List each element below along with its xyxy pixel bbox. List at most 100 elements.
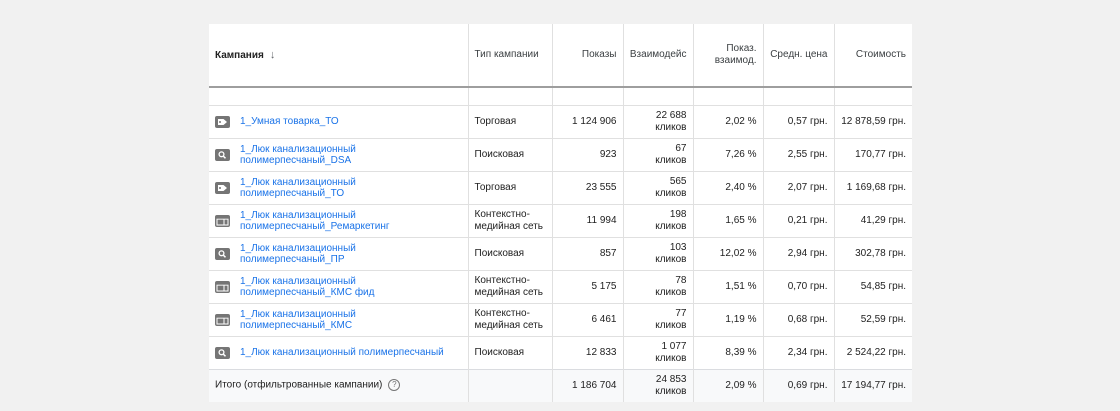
search-icon	[215, 148, 230, 161]
impressions-cell: 5 175	[552, 269, 624, 303]
totals-impressions: 1 186 704	[552, 368, 624, 402]
campaign-link[interactable]: 1_Люк канализационный полимерпесчаный	[240, 347, 444, 358]
interactions-unit: кликов	[655, 154, 687, 166]
totals-type-cell	[468, 368, 553, 402]
interaction-rate-cell: 1,51 %	[693, 269, 764, 303]
campaign-link[interactable]: 1_Умная товарка_ТО	[240, 116, 339, 127]
interactions-unit: кликов	[655, 253, 687, 265]
campaign-link[interactable]: 1_Люк канализационный полимерпесчаный_Ре…	[240, 210, 462, 232]
campaign-name-cell: 1_Люк канализационный полимерпесчаный_Ре…	[209, 203, 469, 237]
impressions-cell: 23 555	[552, 170, 624, 204]
interactions-unit: кликов	[655, 352, 687, 364]
totals-interactions-value: 24 853	[655, 373, 687, 385]
interactions-cell: 198 кликов	[623, 203, 694, 237]
interactions-unit: кликов	[655, 187, 687, 199]
cost-cell: 12 878,59 грн.	[834, 104, 912, 138]
cost-cell: 1 169,68 грн.	[834, 170, 912, 204]
column-header-type[interactable]: Тип кампании	[468, 24, 553, 88]
interactions-cell: 1 077 кликов	[623, 335, 694, 369]
totals-rate: 2,09 %	[693, 368, 764, 402]
avg-cost-cell: 2,07 грн.	[763, 170, 835, 204]
interactions-unit: кликов	[655, 319, 687, 331]
column-header-cost[interactable]: Стоимость	[834, 24, 912, 88]
campaign-type-cell: Поисковая	[468, 137, 553, 171]
totals-row: Итого (отфильтрованные кампании)? 1 186 7…	[209, 368, 912, 402]
table-row-5: 1_Люк канализационный полимерпесчаный_ПР…	[209, 236, 912, 270]
table-row-4: 1_Люк канализационный полимерпесчаный_Ре…	[209, 203, 912, 237]
interaction-rate-cell: 12,02 %	[693, 236, 764, 270]
avg-cost-cell: 0,68 грн.	[763, 302, 835, 336]
campaign-name-cell: 1_Люк канализационный полимерпесчаный_ПР	[209, 236, 469, 270]
campaign-link[interactable]: 1_Люк канализационный полимерпесчаный_ТО	[240, 177, 462, 199]
table-row-6: 1_Люк канализационный полимерпесчаный_КМ…	[209, 269, 912, 303]
avg-cost-cell: 2,94 грн.	[763, 236, 835, 270]
display-icon	[215, 313, 230, 326]
interactions-cell: 103 кликов	[623, 236, 694, 270]
column-header-interaction-rate[interactable]: Показ. взаимод.	[693, 24, 764, 88]
interactions-value: 1 077	[661, 340, 687, 352]
column-header-cost-label: Стоимость	[855, 49, 906, 60]
totals-cost: 17 194,77 грн.	[834, 368, 912, 402]
tag-icon	[215, 115, 230, 128]
display-icon	[215, 280, 230, 293]
search-icon	[215, 346, 230, 359]
cost-cell: 302,78 грн.	[834, 236, 912, 270]
impressions-cell: 1 124 906	[552, 104, 624, 138]
table-spacer-row	[209, 87, 912, 105]
avg-cost-cell: 0,21 грн.	[763, 203, 835, 237]
campaign-name-cell: 1_Люк канализационный полимерпесчаный	[209, 335, 469, 369]
table-row-7: 1_Люк канализационный полимерпесчаный_КМ…	[209, 302, 912, 336]
avg-cost-cell: 2,34 грн.	[763, 335, 835, 369]
campaign-type-cell: Контекстно-медийная сеть	[468, 203, 553, 237]
interaction-rate-cell: 1,19 %	[693, 302, 764, 336]
totals-interactions-unit: кликов	[655, 385, 687, 397]
column-header-campaign-label: Кампания	[215, 49, 264, 61]
cost-cell: 170,77 грн.	[834, 137, 912, 171]
avg-cost-cell: 2,55 грн.	[763, 137, 835, 171]
campaign-link[interactable]: 1_Люк канализационный полимерпесчаный_КМ…	[240, 309, 462, 331]
column-header-avg-cost-label: Средн. цена	[770, 49, 828, 60]
column-header-interactions[interactable]: Взаимодейс	[623, 24, 694, 88]
avg-cost-cell: 0,70 грн.	[763, 269, 835, 303]
campaign-type-cell: Контекстно-медийная сеть	[468, 302, 553, 336]
interactions-value: 67	[675, 142, 687, 154]
campaign-name-cell: 1_Люк канализационный полимерпесчаный_КМ…	[209, 302, 469, 336]
interactions-value: 78	[675, 274, 687, 286]
cost-cell: 41,29 грн.	[834, 203, 912, 237]
avg-cost-cell: 0,57 грн.	[763, 104, 835, 138]
column-header-campaign[interactable]: Кампания ↓	[209, 24, 469, 88]
column-header-interactions-label: Взаимодейс	[629, 49, 687, 60]
table-row-2: 1_Люк канализационный полимерпесчаный_DS…	[209, 137, 912, 171]
impressions-cell: 12 833	[552, 335, 624, 369]
interaction-rate-cell: 8,39 %	[693, 335, 764, 369]
interactions-cell: 22 688 кликов	[623, 104, 694, 138]
table-row-3: 1_Люк канализационный полимерпесчаный_ТО…	[209, 170, 912, 204]
interactions-cell: 67 кликов	[623, 137, 694, 171]
campaign-link[interactable]: 1_Люк канализационный полимерпесчаный_DS…	[240, 144, 462, 166]
interaction-rate-cell: 1,65 %	[693, 203, 764, 237]
impressions-cell: 923	[552, 137, 624, 171]
interactions-cell: 565 кликов	[623, 170, 694, 204]
column-header-impressions-label: Показы	[581, 49, 617, 60]
campaign-type-cell: Торговая	[468, 104, 553, 138]
table-header-row: Кампания ↓ Тип кампании Показы Взаимодейс…	[209, 24, 912, 88]
campaign-name-cell: 1_Люк канализационный полимерпесчаный_DS…	[209, 137, 469, 171]
interactions-cell: 77 кликов	[623, 302, 694, 336]
help-icon[interactable]: ?	[388, 379, 401, 392]
table-row-8: 1_Люк канализационный полимерпесчаный По…	[209, 335, 912, 369]
column-header-impressions[interactable]: Показы	[552, 24, 624, 88]
cost-cell: 54,85 грн.	[834, 269, 912, 303]
interactions-cell: 78 кликов	[623, 269, 694, 303]
tag-icon	[215, 181, 230, 194]
totals-interactions: 24 853 кликов	[623, 368, 694, 402]
campaign-link[interactable]: 1_Люк канализационный полимерпесчаный_КМ…	[240, 276, 462, 298]
table-row-1: 1_Умная товарка_ТО Торговая 1 124 906 22…	[209, 104, 912, 138]
campaign-name-cell: 1_Люк канализационный полимерпесчаный_КМ…	[209, 269, 469, 303]
column-header-avg-cost[interactable]: Средн. цена	[763, 24, 835, 88]
sort-arrow-down-icon[interactable]: ↓	[270, 49, 276, 61]
interactions-value: 77	[675, 307, 687, 319]
campaign-link[interactable]: 1_Люк канализационный полимерпесчаный_ПР	[240, 243, 462, 265]
interactions-value: 103	[669, 241, 687, 253]
interaction-rate-cell: 2,02 %	[693, 104, 764, 138]
campaign-type-cell: Поисковая	[468, 335, 553, 369]
